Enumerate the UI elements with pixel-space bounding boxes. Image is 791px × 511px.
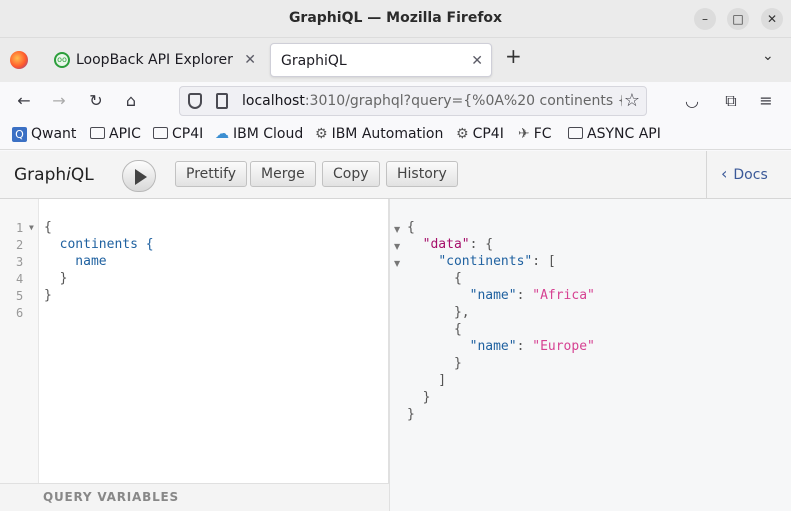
query-editor[interactable]: 1 ▼ 2 3 4 5 6 { continents { name } } QUE… [0,199,389,511]
result-line: "name": "Europe" [469,339,595,354]
bookmark-cp4i-folder[interactable]: CP4I [153,126,203,142]
new-tab-button[interactable]: + [505,44,522,68]
url-host: localhost [242,93,305,109]
bookmark-async-api[interactable]: ASYNC API [568,126,661,142]
tab-loopback[interactable]: oo LoopBack API Explorer ✕ [46,43,264,77]
history-button[interactable]: History [386,161,458,187]
code-line: continents { [44,237,154,252]
hamburger-menu-icon[interactable]: ≡ [755,91,777,110]
play-icon [135,169,147,185]
fold-arrow-icon[interactable]: ▼ [29,223,34,232]
page-info-icon[interactable] [216,93,228,109]
bookmark-cp4i[interactable]: ⚙ CP4I [456,126,504,142]
bookmark-qwant[interactable]: Q Qwant [12,126,76,142]
query-variables-header[interactable]: QUERY VARIABLES [0,483,389,511]
qwant-icon: Q [12,127,27,142]
result-line: { [407,220,415,235]
fold-arrow-icon[interactable]: ▼ [394,259,400,268]
fc-icon: ✈ [518,126,530,142]
bookmark-ibm-cloud[interactable]: ☁ IBM Cloud [215,126,303,142]
tab-label: GraphiQL [281,53,347,69]
result-line: { [407,271,462,286]
result-line: } [407,407,415,422]
chevron-left-icon: ‹ [721,164,728,183]
graphiql-logo: GraphiQL [14,165,94,185]
bookmark-fc[interactable]: ✈ FC [518,126,552,142]
nodes-icon: ⚙ [456,126,469,142]
graphiql-toolbar: GraphiQL Prettify Merge Copy History ‹ Do… [0,151,791,199]
docs-button[interactable]: ‹ Docs [706,151,791,199]
prettify-button[interactable]: Prettify [175,161,248,187]
result-line: "data": { [422,237,494,252]
window-title: GraphiQL — Mozilla Firefox [288,10,503,26]
code-line: { [44,220,52,235]
back-arrow-icon[interactable]: ← [13,91,35,110]
result-line: "name": "Africa" [469,288,595,303]
window-titlebar: GraphiQL — Mozilla Firefox – □ ✕ [0,0,791,38]
close-tab-icon[interactable]: ✕ [471,44,483,78]
nodes-icon: ⚙ [315,126,328,142]
maximize-button[interactable]: □ [727,8,749,30]
code-line: } [44,271,68,286]
bookmark-ibm-automation[interactable]: ⚙ IBM Automation [315,126,443,142]
line-number-gutter: 1 ▼ 2 3 4 5 6 [0,199,39,483]
tab-strip: oo LoopBack API Explorer ✕ GraphiQL ✕ [0,38,791,82]
result-line: "continents": [ [438,254,556,269]
url-path: :3010/graphql?query={%0A%20 continents { [304,93,622,109]
reload-icon[interactable]: ↻ [85,91,107,110]
cloud-icon: ☁ [215,126,229,142]
folder-icon [90,127,105,139]
forward-arrow-icon[interactable]: → [48,91,70,110]
bookmark-apic[interactable]: APIC [90,126,141,142]
code-line: name [44,254,107,269]
folder-icon [568,127,583,139]
list-all-tabs-chevron-icon[interactable]: ⌄ [762,48,774,64]
firefox-icon[interactable] [10,51,28,69]
loopback-favicon-icon: oo [54,52,70,68]
result-line: } [407,390,431,405]
folder-icon [153,127,168,139]
result-line: ] [407,373,447,388]
result-viewer[interactable]: ▼ ▼ ▼ { "data": { "continents": [ { "nam… [389,199,791,511]
tracking-protection-shield-icon[interactable] [188,93,202,109]
minimize-button[interactable]: – [694,8,716,30]
close-tab-icon[interactable]: ✕ [244,43,256,77]
pocket-icon[interactable]: ◡ [681,91,703,110]
tab-graphiql[interactable]: GraphiQL ✕ [270,43,492,77]
url-text[interactable]: localhost:3010/graphql?query={%0A%20 con… [242,93,622,109]
result-line: } [407,356,462,371]
fold-arrow-icon[interactable]: ▼ [394,225,400,234]
merge-button[interactable]: Merge [250,161,316,187]
result-line: { [407,322,462,337]
close-window-button[interactable]: ✕ [761,8,783,30]
extensions-icon[interactable]: ⧉ [720,91,742,111]
fold-arrow-icon[interactable]: ▼ [394,242,400,251]
result-line: }, [407,305,470,320]
home-icon[interactable]: ⌂ [120,91,142,110]
url-bar[interactable]: localhost:3010/graphql?query={%0A%20 con… [179,86,647,116]
execute-query-button[interactable] [122,160,156,192]
copy-button[interactable]: Copy [322,161,380,187]
tab-label: LoopBack API Explorer [76,52,233,68]
code-line: } [44,288,52,303]
bookmarks-toolbar: Q Qwant APIC CP4I ☁ IBM Cloud ⚙ IBM Automat… [0,120,791,150]
bookmark-star-icon[interactable]: ☆ [624,90,640,111]
navigation-toolbar: ← → ↻ ⌂ localhost:3010/graphql?query={%0… [0,82,791,120]
